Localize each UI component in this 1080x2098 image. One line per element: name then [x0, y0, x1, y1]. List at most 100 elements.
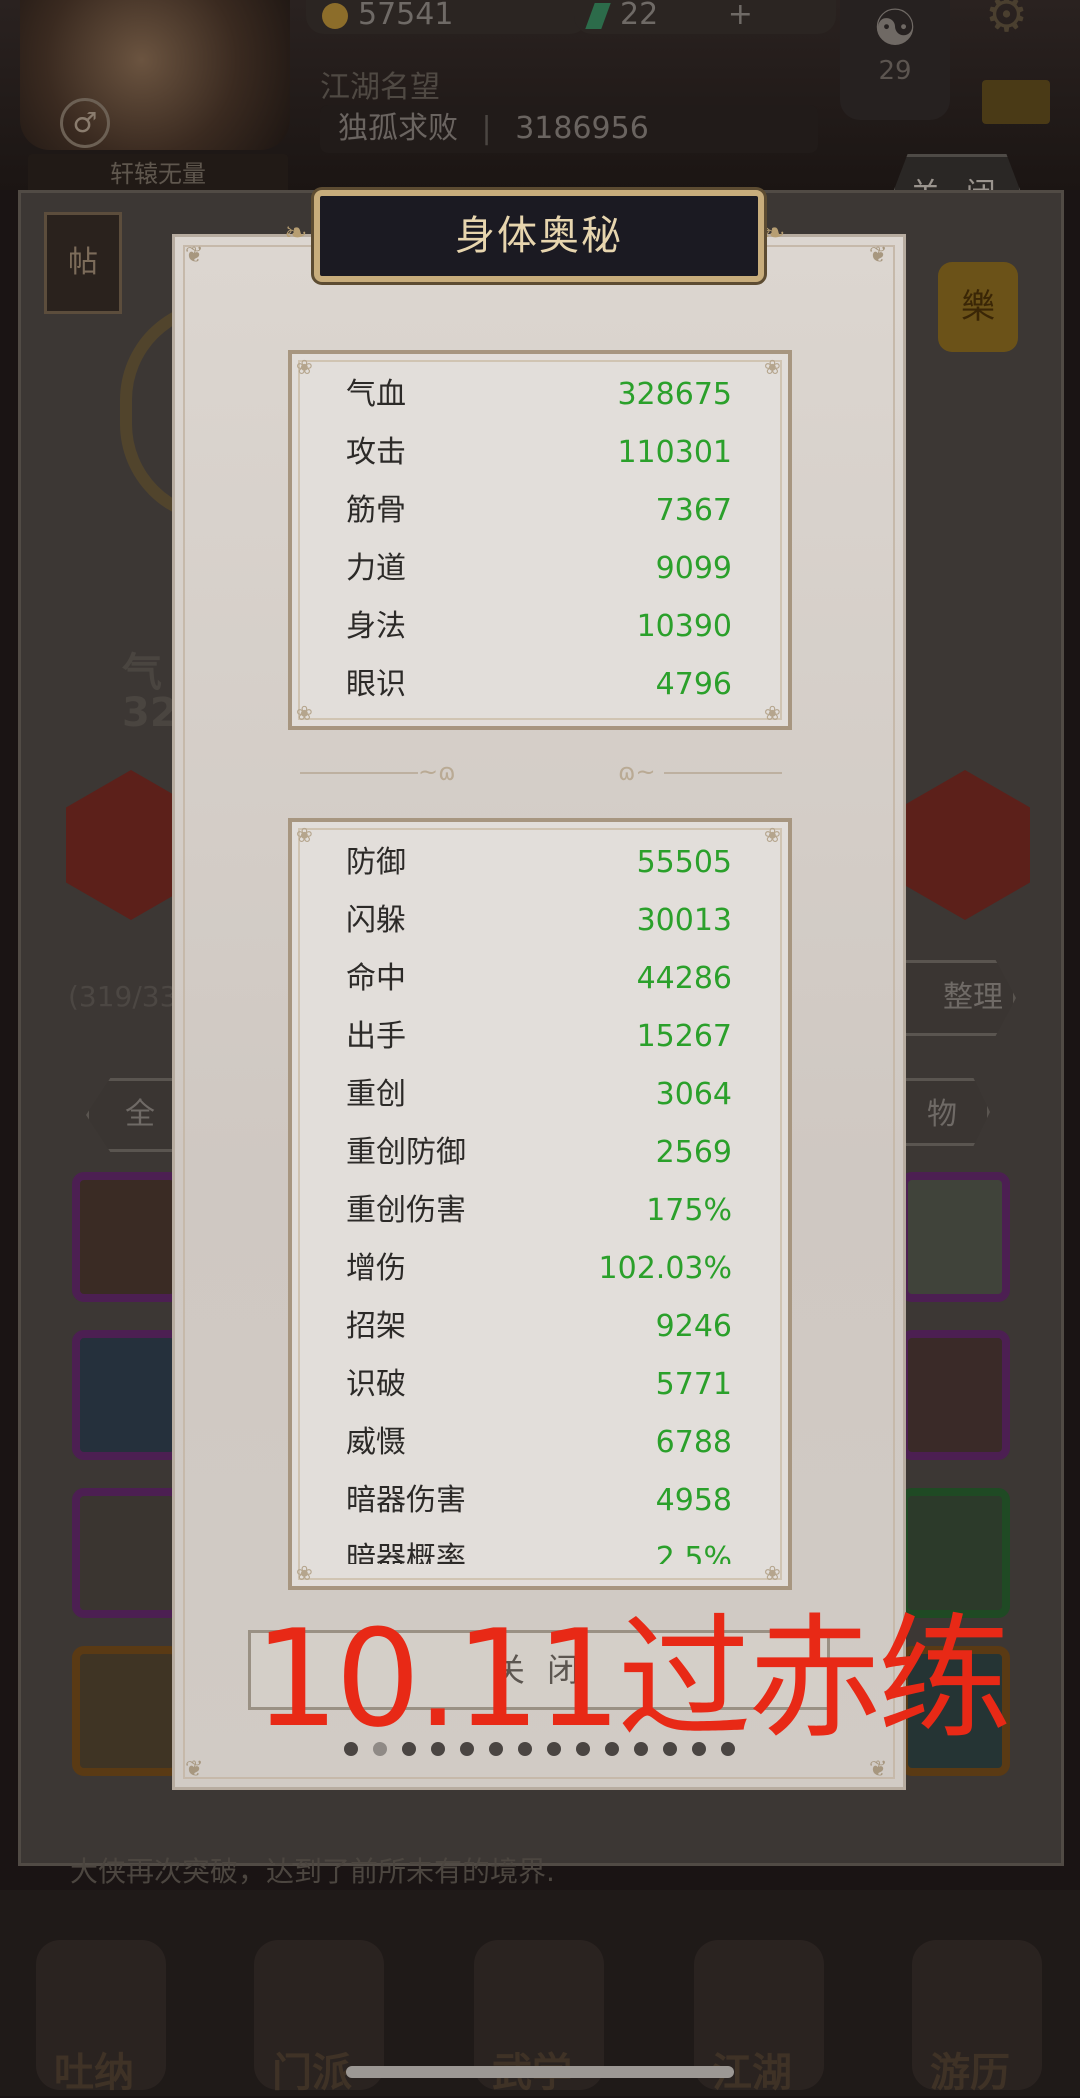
hp-value-partial: 32: [122, 690, 178, 736]
stat-value: 6788: [655, 1425, 732, 1460]
taiji-icon: ☯: [872, 0, 918, 57]
coin-counter: 57541: [306, 0, 588, 34]
stat-name: 气血: [346, 377, 406, 412]
settings-gear-icon[interactable]: ⚙: [985, 0, 1045, 40]
stat-value: 55505: [636, 845, 732, 880]
mail-icon[interactable]: [982, 80, 1050, 124]
stat-value: 110301: [617, 435, 732, 470]
stat-value: 10390: [636, 609, 732, 644]
stat-row: 增伤 102.03%: [346, 1240, 732, 1298]
male-icon: ♂: [60, 98, 110, 148]
stat-row: 筋骨 7367: [346, 482, 732, 540]
fame-label: 江湖名望: [320, 70, 440, 105]
nav-label: 吐纳: [54, 2050, 134, 2096]
stat-name: 身法: [346, 609, 406, 644]
nav-label: 门派: [272, 2050, 352, 2096]
name-bar: 独孤求败 | 3186956: [320, 105, 818, 153]
stat-row: 命中 44286: [346, 950, 732, 1008]
nav-label: 游历: [930, 2050, 1010, 2096]
add-gem-button[interactable]: +: [728, 0, 753, 32]
divider-ornament: ~ɷ: [418, 758, 456, 786]
stat-name: 防御: [346, 845, 406, 880]
stat-name: 增伤: [346, 1251, 406, 1286]
taiji-count: 29: [878, 56, 912, 86]
inventory-slot[interactable]: [900, 1172, 1010, 1302]
stat-value: 5771: [655, 1367, 732, 1402]
stat-value: 15267: [636, 1019, 732, 1054]
stat-value: 44286: [636, 961, 732, 996]
corner-ornament: ❦: [185, 243, 204, 268]
stat-name: 力道: [346, 551, 406, 586]
corner-ornament: ❀: [296, 823, 313, 847]
stat-name: 重创伤害: [346, 1193, 466, 1228]
inventory-slot[interactable]: [72, 1330, 182, 1460]
stat-name: 暗器概率: [346, 1541, 466, 1564]
stat-value: 4796: [655, 667, 732, 702]
title-wing-right: ❧: [762, 216, 786, 249]
coin-value: 57541: [358, 0, 454, 32]
gem-counter: 22 +: [574, 0, 836, 34]
stat-value: 2.5%: [655, 1541, 732, 1564]
stat-name: 重创: [346, 1077, 406, 1112]
stat-row: 重创伤害 175%: [346, 1182, 732, 1240]
inventory-slot[interactable]: [900, 1488, 1010, 1618]
stat-name: 暗器伤害: [346, 1483, 466, 1518]
stat-value: 3064: [655, 1077, 732, 1112]
stat-name: 出手: [346, 1019, 406, 1054]
gem-value: 22: [620, 0, 659, 32]
stat-value: 2569: [655, 1135, 732, 1170]
corner-ornament: ❀: [764, 823, 781, 847]
stat-name: 识破: [346, 1367, 406, 1402]
inventory-slot[interactable]: [72, 1172, 182, 1302]
stat-row: 闪躲 30013: [346, 892, 732, 950]
stat-value: 9099: [655, 551, 732, 586]
player-title: 轩辕无量: [28, 154, 288, 194]
stat-row: 威慑 6788: [346, 1414, 732, 1472]
name-separator: |: [481, 111, 492, 146]
inventory-count: (319/33: [68, 980, 178, 1013]
stat-value: 30013: [636, 903, 732, 938]
divider-line: [664, 772, 782, 774]
stat-row: 攻击 110301: [346, 424, 732, 482]
stat-row: 防御 55505: [346, 834, 732, 892]
taiji-button[interactable]: ☯ 29: [840, 0, 950, 120]
stat-name: 筋骨: [346, 493, 406, 528]
stat-row: 气血 328675: [346, 366, 732, 424]
corner-ornament: ❦: [869, 243, 888, 268]
handwritten-annotation: 10.11过赤练: [254, 1601, 1012, 1757]
title-wing-left: ❧: [284, 216, 308, 249]
stats-scroll-area[interactable]: 防御 55505 闪躲 30013 命中 44286 出手 15267 重创 3064 重…: [292, 830, 788, 1564]
post-button[interactable]: 帖: [44, 212, 122, 314]
corner-ornament: ❀: [296, 355, 313, 379]
divider-line: [300, 772, 418, 774]
stat-row: 重创防御 2569: [346, 1124, 732, 1182]
stat-row: 力道 9099: [346, 540, 732, 598]
corner-ornament: ❀: [296, 1561, 313, 1585]
stat-name: 威慑: [346, 1425, 406, 1460]
stat-row: 识破 5771: [346, 1356, 732, 1414]
stat-value: 7367: [655, 493, 732, 528]
status-message: 大侠再次突破，达到了前所未有的境界.: [70, 1855, 555, 1888]
stat-row: 暗器概率 2.5%: [346, 1530, 732, 1564]
stat-name: 命中: [346, 961, 406, 996]
popup-title: 身体奥秘: [455, 213, 623, 259]
player-name: 独孤求败: [338, 111, 458, 146]
coin-icon: [322, 2, 348, 29]
inventory-slot[interactable]: [72, 1488, 182, 1618]
stat-row: 眼识 4796: [346, 656, 732, 714]
corner-ornament: ❦: [869, 1757, 888, 1782]
stat-row: 招架 9246: [346, 1298, 732, 1356]
combat-stats-box[interactable]: ❀ ❀ ❀ ❀ 防御 55505 闪躲 30013 命中 44286 出手 15267 …: [288, 818, 792, 1590]
home-indicator: [346, 2066, 734, 2078]
gem-icon: [585, 2, 611, 29]
fame-value: 3186956: [515, 111, 649, 146]
stat-row: 暗器伤害 4958: [346, 1472, 732, 1530]
music-badge-icon[interactable]: 樂: [938, 262, 1018, 352]
stat-value: 102.03%: [598, 1251, 732, 1286]
inventory-slot[interactable]: [900, 1330, 1010, 1460]
stat-name: 眼识: [346, 667, 406, 702]
stat-row: 出手 15267: [346, 1008, 732, 1066]
stat-name: 攻击: [346, 435, 406, 470]
inventory-slot[interactable]: [72, 1646, 182, 1776]
divider-ornament: ɷ~: [618, 758, 656, 786]
